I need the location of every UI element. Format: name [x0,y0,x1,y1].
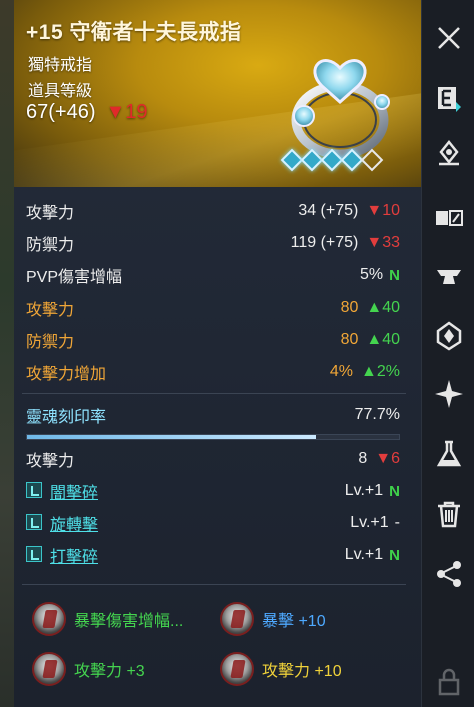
flask-button[interactable] [422,432,474,476]
skill-level: Lv.+1 [350,514,389,531]
stat-label: 防禦力 [26,334,75,351]
stat-diff: ▼6 [375,450,400,467]
stat-row: PVP傷害增幅 5% N [26,263,400,287]
rune-stone-icon [220,652,254,686]
stat-value: 80 [340,331,359,348]
rune-item[interactable]: 攻擊力 +10 [220,652,342,686]
soul-value: 77.7% [354,406,400,423]
ring-item-image [291,59,390,159]
soul-label: 靈魂刻印率 [26,409,107,426]
item-header: +15 守衛者十夫長戒指 獨特戒指 道具等級 67(+46) ▼19 [14,0,421,187]
skill-link[interactable]: 旋轉擊 [50,517,98,534]
stat-label: 攻擊力增加 [26,366,107,383]
rune-item[interactable]: 暴擊 +10 [220,602,326,636]
item-name: +15 守衛者十夫長戒指 [26,21,242,44]
divider [22,393,406,394]
delete-button[interactable] [422,492,474,536]
gem-empty-icon [360,148,384,172]
background-edge [0,0,14,707]
item-level-label: 道具等級 [28,83,93,100]
stat-label: 攻擊力 [26,205,75,222]
crystal-icon [436,321,461,351]
item-level-row: 67(+46) ▼19 [26,101,148,124]
stat-diff: ▲2% [361,363,400,380]
stat-label: 防禦力 [26,237,75,254]
action-sidebar [421,0,474,707]
divider [22,584,406,585]
stat-row: 攻擊力 80 ▲40 [26,296,400,320]
stat-diff: ▼33 [366,234,400,251]
skill-diff: - [394,514,400,531]
rune-label: 暴擊 +10 [262,613,326,630]
lock-button[interactable] [422,660,474,704]
skill-book-icon [26,546,42,562]
anvil-button[interactable] [422,254,474,298]
stat-value: 119 (+75) [290,234,359,251]
stat-value: 8 [358,450,368,467]
item-level-diff: ▼19 [105,101,148,123]
flask-icon [436,440,461,467]
stat-diff: ▼10 [366,202,400,219]
skill-link[interactable]: 打擊碎 [50,549,98,566]
stat-diff: ▲40 [366,331,400,348]
skill-book-icon [26,514,42,530]
equip-button[interactable] [422,76,474,120]
item-type: 獨特戒指 [28,57,93,74]
stat-label: 攻擊力 [26,302,75,319]
trash-icon [437,501,460,528]
rune-label: 攻擊力 +3 [74,663,145,680]
stat-row: 防禦力 119 (+75) ▼33 [26,231,400,255]
soul-stat-row: 攻擊力 8 ▼6 [26,447,400,471]
waypoint-icon [438,139,459,166]
soul-progress-bar [26,434,400,440]
stat-value: 34 (+75) [298,202,359,219]
skill-link[interactable]: 闇擊碎 [50,485,98,502]
skill-level: Lv.+1 [344,546,384,563]
rune-label: 暴擊傷害增幅... [74,613,184,630]
crystal-button[interactable] [422,314,474,358]
rune-item[interactable]: 暴擊傷害增幅... [32,602,183,636]
rune-stone-icon [32,652,66,686]
new-badge: N [389,546,400,564]
skill-row: 旋轉擊 Lv.+1 - [26,511,400,535]
new-badge: N [389,482,400,500]
item-tooltip-panel: +15 守衛者十夫長戒指 獨特戒指 道具等級 67(+46) ▼19 攻擊力 3… [14,0,421,707]
rune-item[interactable]: 攻擊力 +3 [32,652,145,686]
waypoint-button[interactable] [422,132,474,176]
rune-stone-icon [220,602,254,636]
share-icon [436,561,461,587]
enhance-gems [280,148,384,172]
skill-level: Lv.+1 [344,482,384,499]
stat-row: 防禦力 80 ▲40 [26,328,400,352]
equip-e-icon [437,87,461,112]
share-button[interactable] [422,552,474,596]
compare-button[interactable] [422,196,474,240]
sparkle-icon [434,380,463,408]
close-icon [437,27,460,49]
rune-stone-icon [32,602,66,636]
stat-row: 攻擊力 34 (+75) ▼10 [26,199,400,223]
rune-label: 攻擊力 +10 [262,663,342,680]
stat-value: 80 [340,299,359,316]
skill-row: 打擊碎 Lv.+1 N [26,543,400,567]
close-button[interactable] [422,16,474,60]
anvil-icon [436,270,461,284]
stat-label: PVP傷害增幅 [26,269,123,286]
lock-icon [438,668,459,696]
sparkle-button[interactable] [422,372,474,416]
item-level-value: 67(+46) [26,101,96,123]
soul-row: 靈魂刻印率 77.7% [26,403,400,427]
compare-icon [435,210,463,226]
stat-value: 4% [329,363,354,380]
new-badge: N [389,266,400,284]
stat-value: 5% [360,266,384,283]
skill-row: 闇擊碎 Lv.+1 N [26,479,400,503]
stat-row: 攻擊力增加 4% ▲2% [26,360,400,384]
stat-label: 攻擊力 [26,453,75,470]
stat-diff: ▲40 [366,299,400,316]
skill-book-icon [26,482,42,498]
soul-progress-fill [27,435,317,439]
